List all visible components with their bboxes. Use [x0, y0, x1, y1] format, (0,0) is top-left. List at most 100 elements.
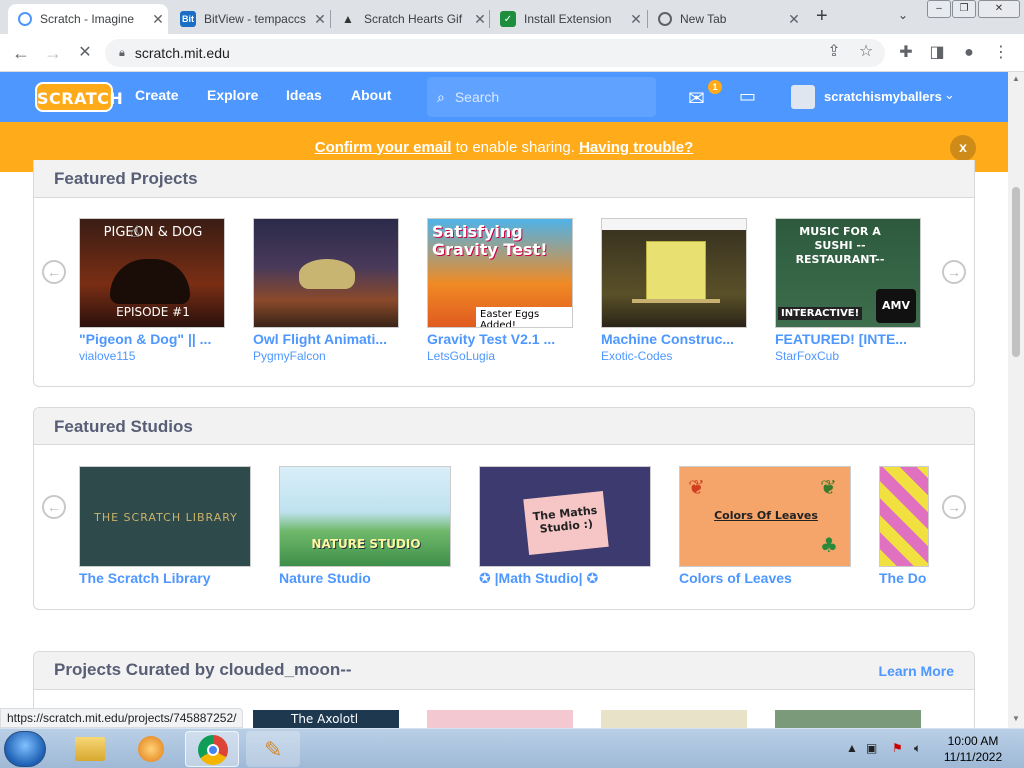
username[interactable]: scratchismyballers [824, 89, 942, 104]
close-tab-icon[interactable]: ✕ [310, 11, 330, 28]
share-icon[interactable]: ⇪ [823, 41, 845, 63]
studio-title[interactable]: Nature Studio [279, 570, 451, 586]
extensions-puzzle-icon[interactable]: ✚ [895, 42, 917, 64]
side-panel-icon[interactable]: ◨ [926, 42, 948, 64]
studio-card[interactable]: The Do [879, 466, 929, 586]
project-author[interactable]: vialove115 [79, 349, 225, 363]
action-center-flag-icon[interactable]: ⚑ [892, 741, 903, 755]
project-card[interactable]: PIGEON & DOG EPISODE #1 "Pigeon & Dog" |… [79, 218, 225, 363]
studio-title[interactable]: Colors of Leaves [679, 570, 851, 586]
tab-bitview[interactable]: Bit BitView - tempaccs ✕ [170, 4, 330, 34]
media-player-taskbar-icon[interactable] [124, 731, 178, 767]
project-title[interactable]: Machine Construc... [601, 331, 747, 347]
network-icon[interactable]: ▣ [866, 741, 877, 755]
tab-install-extension[interactable]: ✓ Install Extension ✕ [490, 4, 646, 34]
show-hidden-icons-chevron-icon[interactable]: ▲ [846, 741, 858, 755]
project-card[interactable]: Owl Flight Animati... PygmyFalcon [253, 218, 399, 363]
project-card[interactable]: MUSIC FOR A SUSHI --RESTAURANT-- INTERAC… [775, 218, 921, 363]
banner-close-button[interactable]: x [950, 135, 976, 161]
curated-heading: Projects Curated by clouded_moon-- Learn… [34, 652, 974, 690]
clock-time: 10:00 AM [947, 734, 999, 748]
project-thumbnail[interactable]: PIGEON & DOG EPISODE #1 [79, 218, 225, 328]
scroll-down-arrow-icon[interactable]: ▼ [1012, 714, 1020, 723]
thumbnail-text: Easter Eggs Added! [476, 307, 572, 327]
carousel-prev-arrow-icon[interactable]: ← [42, 260, 66, 284]
carousel-next-arrow-icon[interactable]: → [942, 260, 966, 284]
tab-search-chevron-icon[interactable]: ⌄ [898, 8, 908, 22]
avatar[interactable] [791, 85, 815, 109]
project-title[interactable]: FEATURED! [INTE... [775, 331, 921, 347]
page-scrollbar[interactable]: ▲ ▼ [1008, 72, 1024, 728]
chrome-taskbar-icon[interactable] [185, 731, 239, 767]
forward-arrow-icon[interactable]: → [40, 40, 66, 66]
messages-envelope-icon[interactable]: ✉ [688, 86, 705, 111]
stop-loading-icon[interactable]: ✕ [72, 40, 98, 66]
taskbar-clock[interactable]: 10:00 AM 11/11/2022 [935, 733, 1011, 765]
leaf-icon: ❦ [688, 475, 705, 499]
tab-hearts-gif[interactable]: ▲ Scratch Hearts Gif ✕ [330, 4, 490, 34]
project-title[interactable]: Gravity Test V2.1 ... [427, 331, 573, 347]
project-title[interactable]: Owl Flight Animati... [253, 331, 399, 347]
project-title[interactable]: "Pigeon & Dog" || ... [79, 331, 225, 347]
studio-card[interactable]: Colors Of Leaves ❦ ❦ ♣ Colors of Leaves [679, 466, 851, 586]
project-author[interactable]: Exotic-Codes [601, 349, 747, 363]
project-thumbnail[interactable]: Satisfying Gravity Test! Easter Eggs Add… [427, 218, 573, 328]
tab-new-tab[interactable]: New Tab ✕ [648, 4, 804, 34]
menu-kebab-icon[interactable]: ⋮ [990, 42, 1012, 64]
project-thumbnail[interactable] [253, 218, 399, 328]
learn-more-link[interactable]: Learn More [879, 653, 954, 689]
new-tab-icon[interactable]: + [816, 5, 828, 28]
nav-create[interactable]: Create [135, 87, 179, 103]
close-tab-icon[interactable]: ✕ [626, 11, 646, 28]
project-author[interactable]: PygmyFalcon [253, 349, 399, 363]
studio-thumbnail[interactable]: Colors Of Leaves ❦ ❦ ♣ [679, 466, 851, 567]
carousel-next-arrow-icon[interactable]: → [942, 495, 966, 519]
featured-projects-heading: Featured Projects [34, 160, 974, 198]
file-explorer-taskbar-icon[interactable] [64, 731, 118, 767]
scroll-up-arrow-icon[interactable]: ▲ [1012, 74, 1020, 83]
bookmark-star-icon[interactable]: ☆ [855, 41, 877, 63]
project-thumbnail[interactable] [601, 218, 747, 328]
studio-title[interactable]: The Scratch Library [79, 570, 251, 586]
studio-thumbnail[interactable]: The Maths Studio :) [479, 466, 651, 567]
studio-card[interactable]: NATURE STUDIO Nature Studio [279, 466, 451, 586]
project-card[interactable]: Satisfying Gravity Test! Easter Eggs Add… [427, 218, 573, 363]
nav-ideas[interactable]: Ideas [286, 87, 322, 103]
search-box[interactable]: ⌕ [427, 77, 656, 117]
window-close-icon[interactable]: ✕ [978, 0, 1020, 18]
project-author[interactable]: StarFoxCub [775, 349, 921, 363]
scrollbar-thumb[interactable] [1012, 187, 1020, 357]
studio-title[interactable]: ✪ |Math Studio| ✪ [479, 570, 651, 587]
volume-icon[interactable]: 🔈︎ [914, 741, 921, 756]
project-thumbnail[interactable]: MUSIC FOR A SUSHI --RESTAURANT-- INTERAC… [775, 218, 921, 328]
carousel-prev-arrow-icon[interactable]: ← [42, 495, 66, 519]
address-bar[interactable]: 🔒︎ scratch.mit.edu [105, 39, 885, 67]
tab-scratch[interactable]: Scratch - Imagine ✕ [8, 4, 168, 34]
nav-explore[interactable]: Explore [207, 87, 258, 103]
project-author[interactable]: LetsGoLugia [427, 349, 573, 363]
close-tab-icon[interactable]: ✕ [470, 11, 490, 28]
having-trouble-link[interactable]: Having trouble? [579, 139, 693, 156]
back-arrow-icon[interactable]: ← [8, 40, 34, 66]
thumbnail-text: EPISODE #1 [116, 305, 190, 319]
nav-about[interactable]: About [351, 87, 391, 103]
confirm-email-link[interactable]: Confirm your email [315, 139, 452, 156]
scratch-logo[interactable]: SCRATCH [35, 82, 123, 112]
search-input[interactable] [454, 89, 635, 105]
windows-start-button[interactable] [4, 731, 46, 767]
studio-card[interactable]: The Maths Studio :) ✪ |Math Studio| ✪ [479, 466, 651, 587]
my-stuff-folder-icon[interactable]: ▭ [739, 86, 756, 107]
studio-thumbnail[interactable]: THE SCRATCH LIBRARY [79, 466, 251, 567]
studio-thumbnail[interactable] [879, 466, 929, 567]
tools-taskbar-icon[interactable]: ✎ [246, 731, 300, 767]
studio-card[interactable]: THE SCRATCH LIBRARY The Scratch Library [79, 466, 251, 586]
profile-icon[interactable]: ● [958, 42, 980, 64]
account-chevron-down-icon[interactable]: ⌄ [944, 87, 955, 103]
project-card[interactable]: Machine Construc... Exotic-Codes [601, 218, 747, 363]
close-tab-icon[interactable]: ✕ [148, 11, 168, 28]
minimize-icon[interactable]: – [927, 0, 951, 18]
close-tab-icon[interactable]: ✕ [784, 11, 804, 28]
studio-thumbnail[interactable]: NATURE STUDIO [279, 466, 451, 567]
restore-icon[interactable]: ❐ [952, 0, 976, 18]
studio-title[interactable]: The Do [879, 570, 929, 586]
